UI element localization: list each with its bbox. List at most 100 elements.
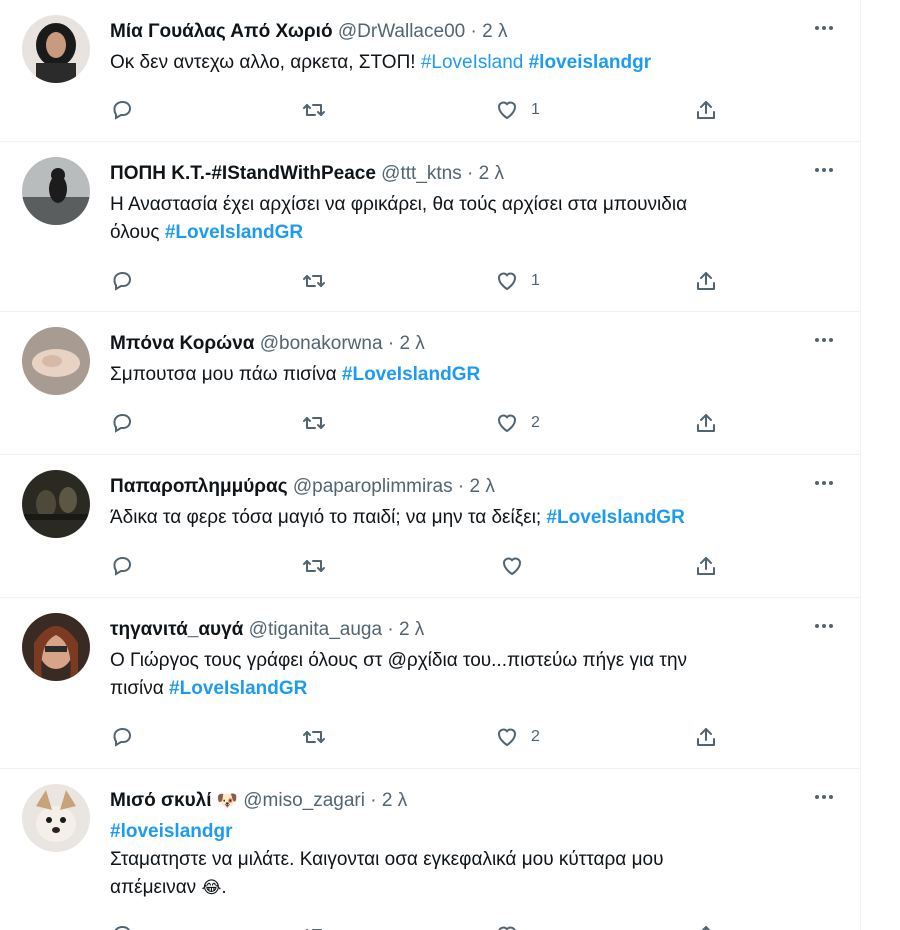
- tweet-text-line: Η Αναστασία έχει αρχίσει να φρικάρει, θα…: [110, 194, 688, 215]
- reply-icon: [113, 100, 132, 120]
- tweet[interactable]: Παπαροπλημμύρας @paparoplimmiras · 2 λ Ά…: [0, 455, 860, 598]
- timestamp[interactable]: 2 λ: [382, 790, 407, 811]
- share-button[interactable]: [694, 94, 718, 126]
- avatar[interactable]: [22, 784, 90, 852]
- retweet-button[interactable]: [302, 550, 326, 582]
- like-button[interactable]: 2: [495, 721, 540, 753]
- share-button[interactable]: [694, 407, 718, 439]
- share-button[interactable]: [694, 550, 718, 582]
- timestamp[interactable]: 2 λ: [469, 476, 494, 497]
- user-handle[interactable]: @DrWallace00: [338, 21, 465, 42]
- more-icon[interactable]: [810, 326, 838, 354]
- tweet-text: Οκ δεν αντεχω αλλο, αρκετα, ΣΤΟΠ! #LoveI…: [110, 49, 810, 77]
- retweet-button[interactable]: [302, 721, 326, 753]
- avatar[interactable]: [22, 327, 90, 395]
- hashtag-link[interactable]: #LoveIslandGR: [546, 507, 684, 528]
- share-button[interactable]: [694, 919, 718, 930]
- like-count: 2: [531, 728, 540, 745]
- avatar[interactable]: [22, 613, 90, 681]
- separator: ·: [370, 790, 377, 811]
- tweet-text-line: όλους: [110, 222, 160, 243]
- tweet-text: Άδικα τα φερε τόσα μαγιό το παιδί; να μη…: [110, 504, 810, 532]
- user-handle[interactable]: @tiganita_auga: [249, 619, 382, 640]
- reply-button[interactable]: [110, 407, 134, 439]
- reply-icon: [113, 727, 132, 747]
- heart-icon: [497, 101, 517, 120]
- tweet-text-end: .: [221, 877, 227, 898]
- like-button[interactable]: 2: [495, 407, 540, 439]
- share-icon: [697, 101, 715, 119]
- hashtag-link[interactable]: #loveislandgr: [529, 52, 652, 73]
- display-name[interactable]: ΠΟΠΗ Κ.Τ.-#IStandWithPeace: [110, 163, 376, 184]
- share-button[interactable]: [694, 265, 718, 297]
- timestamp[interactable]: 2 λ: [482, 21, 507, 42]
- user-handle[interactable]: @paparoplimmiras: [293, 476, 453, 497]
- like-count: 2: [531, 414, 540, 431]
- hashtag-link[interactable]: #LoveIslandGR: [165, 222, 303, 243]
- retweet-button[interactable]: [302, 265, 326, 297]
- retweet-button[interactable]: [302, 919, 326, 930]
- right-column: [861, 0, 900, 930]
- retweet-button[interactable]: [302, 407, 326, 439]
- avatar[interactable]: [22, 15, 90, 83]
- separator: ·: [387, 333, 395, 354]
- display-name[interactable]: Μπόνα Κορώνα: [110, 333, 254, 354]
- tweet-text: Σμπουτσα μου πάω πισίνα #LoveIslandGR: [110, 361, 810, 389]
- avatar[interactable]: [22, 470, 90, 538]
- share-icon: [701, 926, 711, 930]
- user-handle[interactable]: @bonakorwna: [260, 333, 383, 354]
- user-handle[interactable]: @ttt_ktns: [381, 163, 462, 184]
- tweet[interactable]: τηγανιτά_αυγά @tiganita_auga · 2 λ Ο Γιώ…: [0, 598, 860, 769]
- tweet[interactable]: Μπόνα Κορώνα @bonakorwna · 2 λ Σμπουτσα …: [0, 312, 860, 455]
- heart-icon: [498, 926, 516, 930]
- heart-icon: [497, 728, 517, 747]
- retweet-icon: [303, 417, 325, 429]
- more-icon[interactable]: [810, 156, 838, 184]
- user-handle[interactable]: @miso_zagari: [243, 790, 365, 811]
- tweet-header: ΠΟΠΗ Κ.Τ.-#IStandWithPeace @ttt_ktns · 2…: [110, 162, 504, 186]
- timestamp[interactable]: 2 λ: [399, 619, 424, 640]
- more-icon[interactable]: [810, 612, 838, 640]
- avatar[interactable]: [22, 157, 90, 225]
- share-icon: [697, 414, 715, 432]
- reply-button[interactable]: [110, 94, 134, 126]
- hashtag-link[interactable]: #LoveIsland: [421, 52, 523, 73]
- more-icon[interactable]: [810, 469, 838, 497]
- display-name[interactable]: Μισό σκυλί: [110, 790, 212, 811]
- like-button[interactable]: [500, 550, 524, 582]
- heart-icon: [502, 557, 522, 576]
- tweet-actions: 2: [0, 721, 860, 753]
- tears-of-joy-emoji: 😂: [201, 878, 222, 898]
- heart-icon: [497, 414, 517, 433]
- like-button[interactable]: 1: [495, 94, 540, 126]
- display-name[interactable]: Μία Γουάλας Από Χωριό: [110, 21, 333, 42]
- hashtag-link[interactable]: #loveislandgr: [110, 821, 233, 842]
- like-button[interactable]: 1: [495, 265, 540, 297]
- separator: ·: [470, 21, 477, 42]
- tweet-actions: 1: [0, 265, 860, 297]
- hashtag-link[interactable]: #LoveIslandGR: [342, 364, 480, 385]
- like-button[interactable]: [495, 919, 519, 930]
- more-icon[interactable]: [810, 783, 838, 811]
- separator: ·: [467, 163, 474, 184]
- reply-button[interactable]: [110, 919, 134, 930]
- tweet[interactable]: Μία Γουάλας Από Χωριό @DrWallace00 · 2 λ…: [0, 0, 860, 142]
- share-icon: [697, 557, 715, 575]
- retweet-button[interactable]: [302, 94, 326, 126]
- share-button[interactable]: [694, 721, 718, 753]
- more-icon[interactable]: [810, 14, 838, 42]
- heart-icon: [497, 272, 517, 291]
- tweet-text: Η Αναστασία έχει αρχίσει να φρικάρει, θα…: [110, 191, 810, 247]
- display-name[interactable]: τηγανιτά_αυγά: [110, 619, 243, 640]
- timestamp[interactable]: 2 λ: [399, 333, 424, 354]
- timestamp[interactable]: 2 λ: [479, 163, 504, 184]
- tweet-header: Μία Γουάλας Από Χωριό @DrWallace00 · 2 λ: [110, 20, 507, 44]
- reply-button[interactable]: [110, 550, 134, 582]
- tweet[interactable]: ΠΟΠΗ Κ.Τ.-#IStandWithPeace @ttt_ktns · 2…: [0, 142, 860, 312]
- reply-button[interactable]: [110, 721, 134, 753]
- display-name[interactable]: Παπαροπλημμύρας: [110, 476, 288, 497]
- share-icon: [697, 272, 715, 290]
- tweet[interactable]: Μισό σκυλί 🐶 @miso_zagari · 2 λ #loveisl…: [0, 769, 860, 930]
- hashtag-link[interactable]: #LoveIslandGR: [169, 678, 307, 699]
- reply-button[interactable]: [110, 265, 134, 297]
